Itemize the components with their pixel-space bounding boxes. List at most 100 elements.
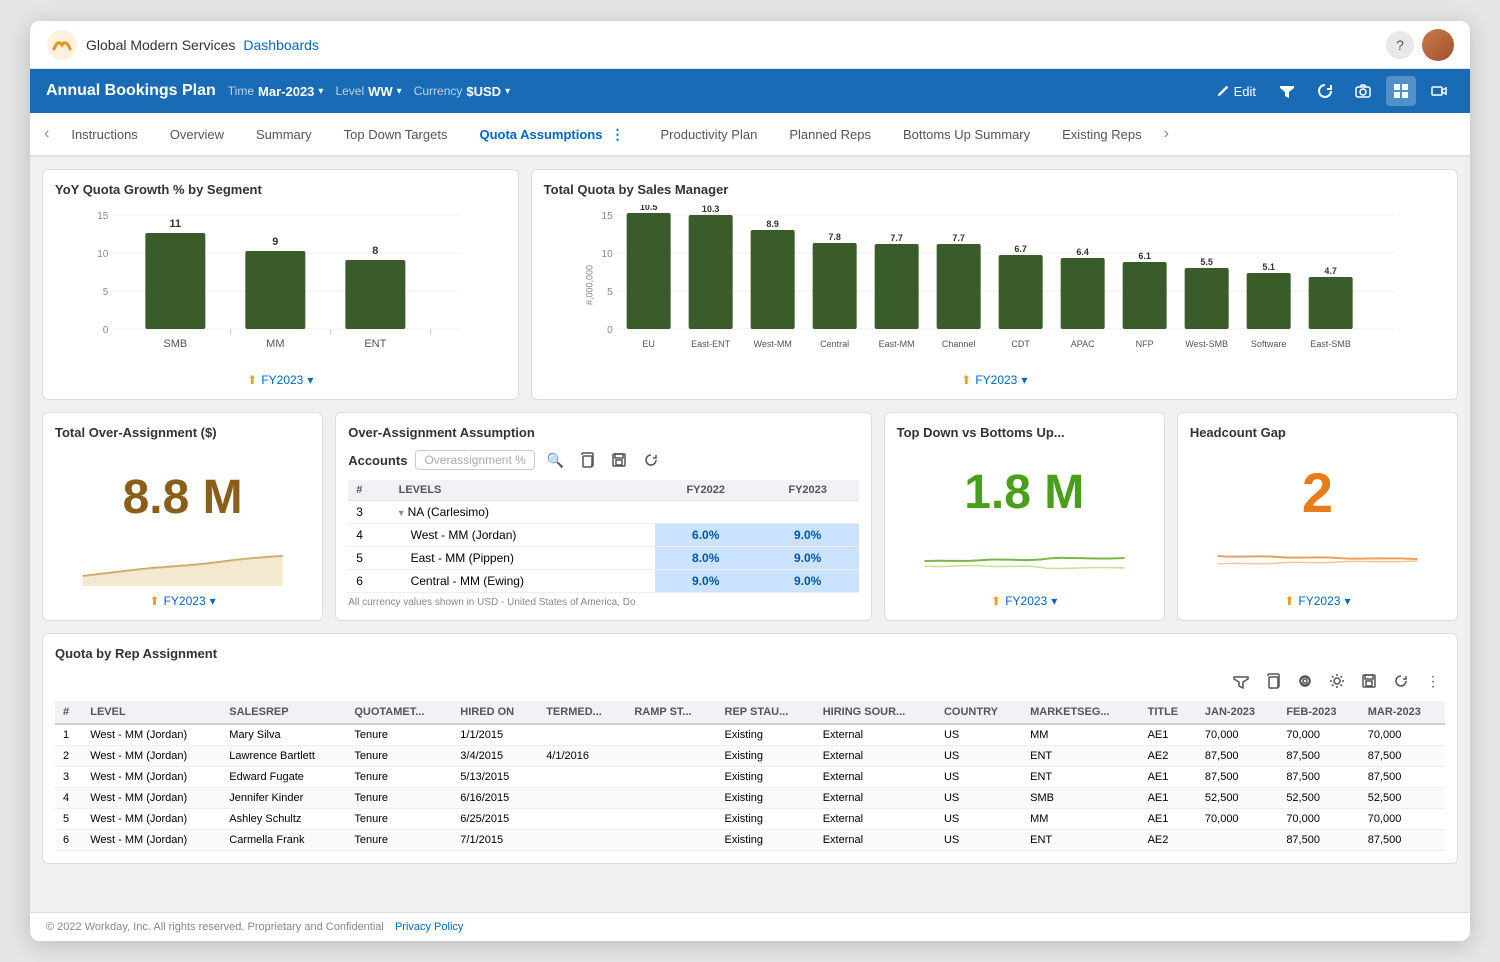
th-mar2023: MAR-2023 (1360, 701, 1445, 724)
save-icon[interactable] (607, 448, 631, 472)
svg-text:7.7: 7.7 (952, 233, 965, 243)
over-assignment-title: Total Over-Assignment ($) (55, 425, 310, 440)
tab-overview[interactable]: Overview (154, 113, 240, 157)
topdown-dropdown-icon[interactable]: ▾ (1051, 594, 1057, 608)
video-icon[interactable] (1424, 76, 1454, 106)
svg-text:CDT: CDT (1011, 339, 1030, 349)
edit-button[interactable]: Edit (1208, 80, 1264, 103)
table-row[interactable]: 1West - MM (Jordan)Mary SilvaTenure1/1/2… (55, 724, 1445, 746)
headcount-period[interactable]: ⬆ FY2023 ▾ (1284, 594, 1350, 608)
headcount-dropdown-icon[interactable]: ▾ (1344, 594, 1350, 608)
tab-planned-reps[interactable]: Planned Reps (773, 113, 887, 157)
svg-text:15: 15 (97, 211, 109, 222)
currency-dropdown-icon[interactable]: ▾ (505, 86, 510, 97)
tab-instructions[interactable]: Instructions (55, 113, 153, 157)
th-market: MARKETSEG... (1022, 701, 1139, 724)
svg-text:4.7: 4.7 (1324, 266, 1337, 276)
help-icon[interactable]: ? (1386, 31, 1414, 59)
company-name: Global Modern Services (86, 37, 235, 53)
col-accounts-label: Accounts (348, 453, 407, 468)
tab-bottoms-up[interactable]: Bottoms Up Summary (887, 113, 1046, 157)
grid-icon[interactable] (1386, 76, 1416, 106)
filter-icon[interactable] (1272, 76, 1302, 106)
headcount-card: Headcount Gap 2 ⬆ FY2023 ▾ (1177, 412, 1458, 621)
rep-copy-icon[interactable] (1261, 669, 1285, 693)
privacy-link[interactable]: Privacy Policy (395, 921, 463, 933)
tab-prev-button[interactable]: ‹ (38, 125, 55, 143)
topdown-period[interactable]: ⬆ FY2023 ▾ (991, 594, 1057, 608)
svg-text:7.7: 7.7 (890, 233, 903, 243)
table-row[interactable]: 6West - MM (Jordan)Carmella FrankTenure7… (55, 830, 1445, 851)
th-termed: TERMED... (538, 701, 626, 724)
th-num: # (55, 701, 82, 724)
currency-value: $USD (466, 84, 501, 99)
over-assignment-period[interactable]: ⬆ FY2023 ▾ (150, 594, 216, 608)
search-icon[interactable]: 🔍 (543, 448, 567, 472)
time-value: Mar-2023 (258, 84, 314, 99)
rep-save-icon[interactable] (1357, 669, 1381, 693)
over-assignment-data-table: # LEVELS FY2022 FY2023 3 ▾NA (Carlesimo) (348, 480, 858, 593)
time-dropdown-icon[interactable]: ▾ (318, 86, 323, 97)
svg-text:5.5: 5.5 (1200, 257, 1213, 267)
tab-existing-reps[interactable]: Existing Reps (1046, 113, 1157, 157)
filter-pin-icon3: ⬆ (150, 594, 160, 608)
copyright-text: © 2022 Workday, Inc. All rights reserved… (46, 921, 384, 933)
over-assignment-dropdown-icon[interactable]: ▾ (210, 594, 216, 608)
svg-text:15: 15 (601, 211, 613, 222)
svg-text:6.4: 6.4 (1076, 247, 1089, 257)
nav-dashboards-link[interactable]: Dashboards (243, 37, 319, 53)
svg-text:6.7: 6.7 (1014, 244, 1027, 254)
quota-period-dropdown-icon[interactable]: ▾ (1021, 373, 1027, 387)
col-levels: LEVELS (391, 480, 655, 501)
rep-refresh-icon[interactable] (1389, 669, 1413, 693)
svg-text:ENT: ENT (364, 338, 386, 350)
topdown-card: Top Down vs Bottoms Up... 1.8 M ⬆ FY2023… (884, 412, 1165, 621)
tab-quota-assumptions[interactable]: Quota Assumptions ⋮ (463, 113, 644, 157)
level-dropdown-icon[interactable]: ▾ (397, 86, 402, 97)
currency-filter[interactable]: Currency $USD ▾ (414, 84, 510, 99)
table-row[interactable]: 5West - MM (Jordan)Ashley SchultzTenure6… (55, 809, 1445, 830)
period-dropdown-icon[interactable]: ▾ (307, 373, 313, 387)
table-row[interactable]: 4 West - MM (Jordan) 6.0% 9.0% (348, 524, 858, 547)
top-nav: Global Modern Services Dashboards ? (30, 21, 1470, 69)
svg-text:0: 0 (607, 325, 613, 336)
svg-text:APAC: APAC (1070, 339, 1094, 349)
filter-pin-icon4: ⬆ (991, 594, 1001, 608)
refresh-table-icon[interactable] (639, 448, 663, 472)
table-row[interactable]: 3West - MM (Jordan)Edward FugateTenure5/… (55, 767, 1445, 788)
table-row[interactable]: 2West - MM (Jordan)Lawrence BartlettTenu… (55, 746, 1445, 767)
over-assignment-table-card: Over-Assignment Assumption Accounts Over… (335, 412, 871, 621)
tab-summary[interactable]: Summary (240, 113, 328, 157)
rep-filter-icon[interactable] (1229, 669, 1253, 693)
rep-view-icon[interactable] (1293, 669, 1317, 693)
svg-text:11: 11 (170, 218, 182, 230)
table-row[interactable]: 6 Central - MM (Ewing) 9.0% 9.0% (348, 570, 858, 593)
overassignment-select[interactable]: Overassignment % (415, 450, 535, 470)
svg-text:5: 5 (607, 287, 613, 298)
th-repstau: REP STAU... (717, 701, 815, 724)
table-row[interactable]: 3 ▾NA (Carlesimo) (348, 501, 858, 524)
tab-dots-icon[interactable]: ⋮ (606, 126, 628, 143)
rep-more-icon[interactable]: ⋮ (1421, 669, 1445, 693)
tab-top-down[interactable]: Top Down Targets (328, 113, 464, 157)
svg-text:#,000,000: #,000,000 (584, 265, 594, 305)
time-filter[interactable]: Time Mar-2023 ▾ (228, 84, 324, 99)
user-avatar[interactable] (1422, 29, 1454, 61)
table-row[interactable]: 5 East - MM (Pippen) 8.0% 9.0% (348, 547, 858, 570)
copy-icon[interactable] (575, 448, 599, 472)
th-hiring: HIRING SOUR... (815, 701, 936, 724)
tab-next-button[interactable]: › (1158, 125, 1175, 143)
camera-icon[interactable] (1348, 76, 1378, 106)
table-footer-note: All currency values shown in USD - Unite… (348, 597, 858, 608)
yoy-chart-title: YoY Quota Growth % by Segment (55, 182, 506, 197)
table-row[interactable]: 4West - MM (Jordan)Jennifer KinderTenure… (55, 788, 1445, 809)
level-filter[interactable]: Level WW ▾ (335, 84, 401, 99)
quota-period-selector[interactable]: ⬆ FY2023 ▾ (961, 373, 1027, 387)
svg-text:5: 5 (103, 287, 109, 298)
svg-text:6.1: 6.1 (1138, 251, 1151, 261)
refresh-icon[interactable] (1310, 76, 1340, 106)
page-title: Annual Bookings Plan (46, 82, 216, 100)
rep-settings-icon[interactable] (1325, 669, 1349, 693)
tab-productivity-plan[interactable]: Productivity Plan (644, 113, 773, 157)
yoy-period-selector[interactable]: ⬆ FY2023 ▾ (247, 373, 313, 387)
